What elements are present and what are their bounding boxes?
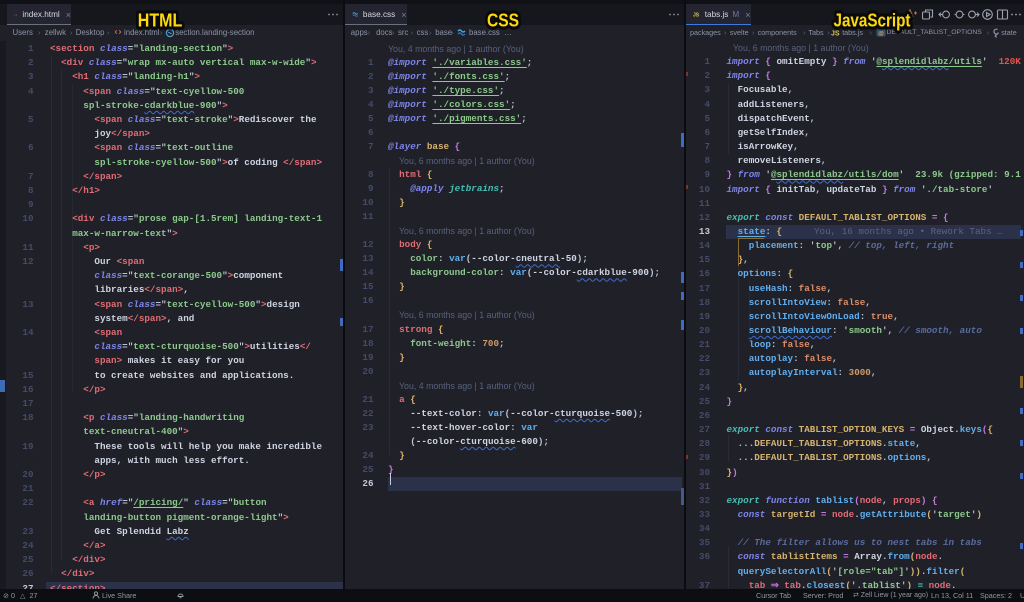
svg-text:CSS: CSS [487,9,519,30]
svg-text:JS: JS [693,13,700,19]
svg-text:HTML: HTML [138,9,183,30]
svg-text:JavaScript: JavaScript [834,9,911,30]
